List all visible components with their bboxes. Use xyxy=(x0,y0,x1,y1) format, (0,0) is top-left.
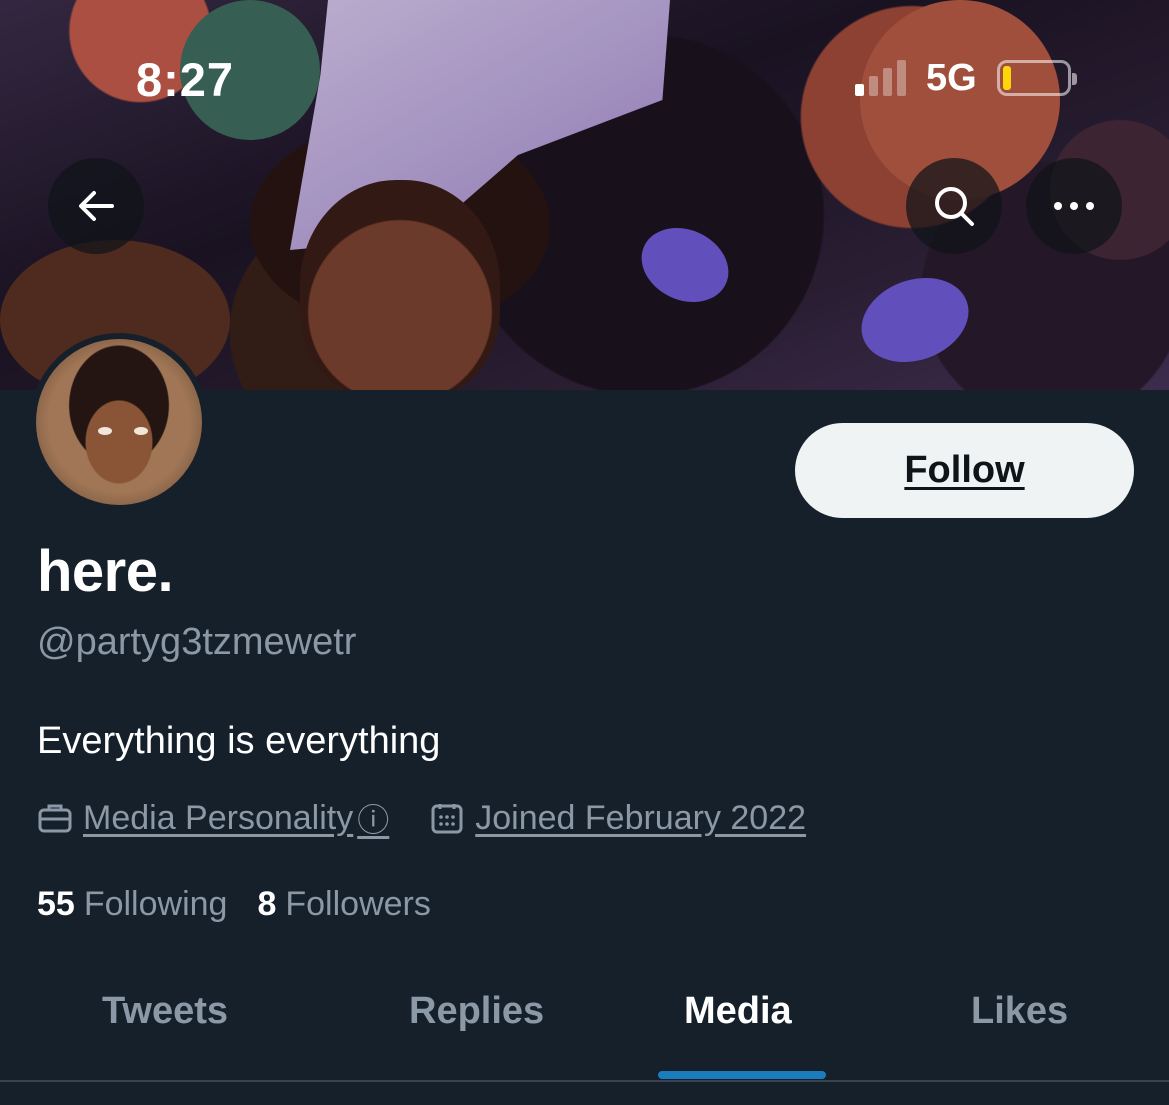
avatar-detail xyxy=(134,427,148,435)
back-button[interactable] xyxy=(48,158,144,254)
joined-date: Joined February 2022 xyxy=(475,798,807,837)
battery-icon xyxy=(996,60,1077,96)
calendar-icon xyxy=(429,800,465,836)
more-horizontal-icon xyxy=(1054,202,1094,210)
status-indicators: 5G xyxy=(855,56,1077,99)
arrow-left-icon xyxy=(79,191,114,221)
active-tab-indicator xyxy=(658,1071,826,1079)
tab-likes[interactable]: Likes xyxy=(971,990,1068,1033)
profile-category[interactable]: Media Personality ⓘ xyxy=(37,795,389,841)
following-link[interactable]: 55 Following xyxy=(37,885,227,924)
category-label[interactable]: Media Personality xyxy=(83,799,353,838)
status-time: 8:27 xyxy=(136,53,235,106)
content-area xyxy=(0,1082,1169,1105)
battery-level xyxy=(1002,66,1011,90)
tab-media[interactable]: Media xyxy=(684,990,792,1033)
cellular-signal-icon xyxy=(855,60,906,96)
followers-link[interactable]: 8 Followers xyxy=(257,885,430,924)
avatar[interactable] xyxy=(30,333,208,511)
avatar-detail xyxy=(98,427,112,435)
info-icon[interactable]: ⓘ xyxy=(357,795,389,841)
briefcase-icon xyxy=(37,800,73,836)
profile-bio: Everything is everything xyxy=(37,720,441,762)
username-handle: @partyg3tzmewetr xyxy=(37,621,357,663)
display-name: here. xyxy=(37,539,174,604)
follow-stats: 55 Following 8 Followers xyxy=(37,885,431,924)
following-count: 55 xyxy=(37,885,75,923)
more-options-button[interactable] xyxy=(1026,158,1122,254)
tab-tweets[interactable]: Tweets xyxy=(102,990,228,1033)
followers-label: Followers xyxy=(285,885,431,923)
profile-joined: Joined February 2022 xyxy=(429,799,806,838)
follow-button[interactable]: Follow xyxy=(795,423,1134,518)
network-type: 5G xyxy=(926,56,977,99)
followers-count: 8 xyxy=(257,885,277,923)
tab-replies[interactable]: Replies xyxy=(409,990,544,1033)
profile-meta: Media Personality ⓘ Joined February 2022 xyxy=(37,796,806,840)
following-label: Following xyxy=(83,885,228,923)
search-button[interactable] xyxy=(906,158,1002,254)
search-icon xyxy=(935,187,974,226)
profile-tabs: Tweets Replies Media Likes xyxy=(0,960,1169,1080)
